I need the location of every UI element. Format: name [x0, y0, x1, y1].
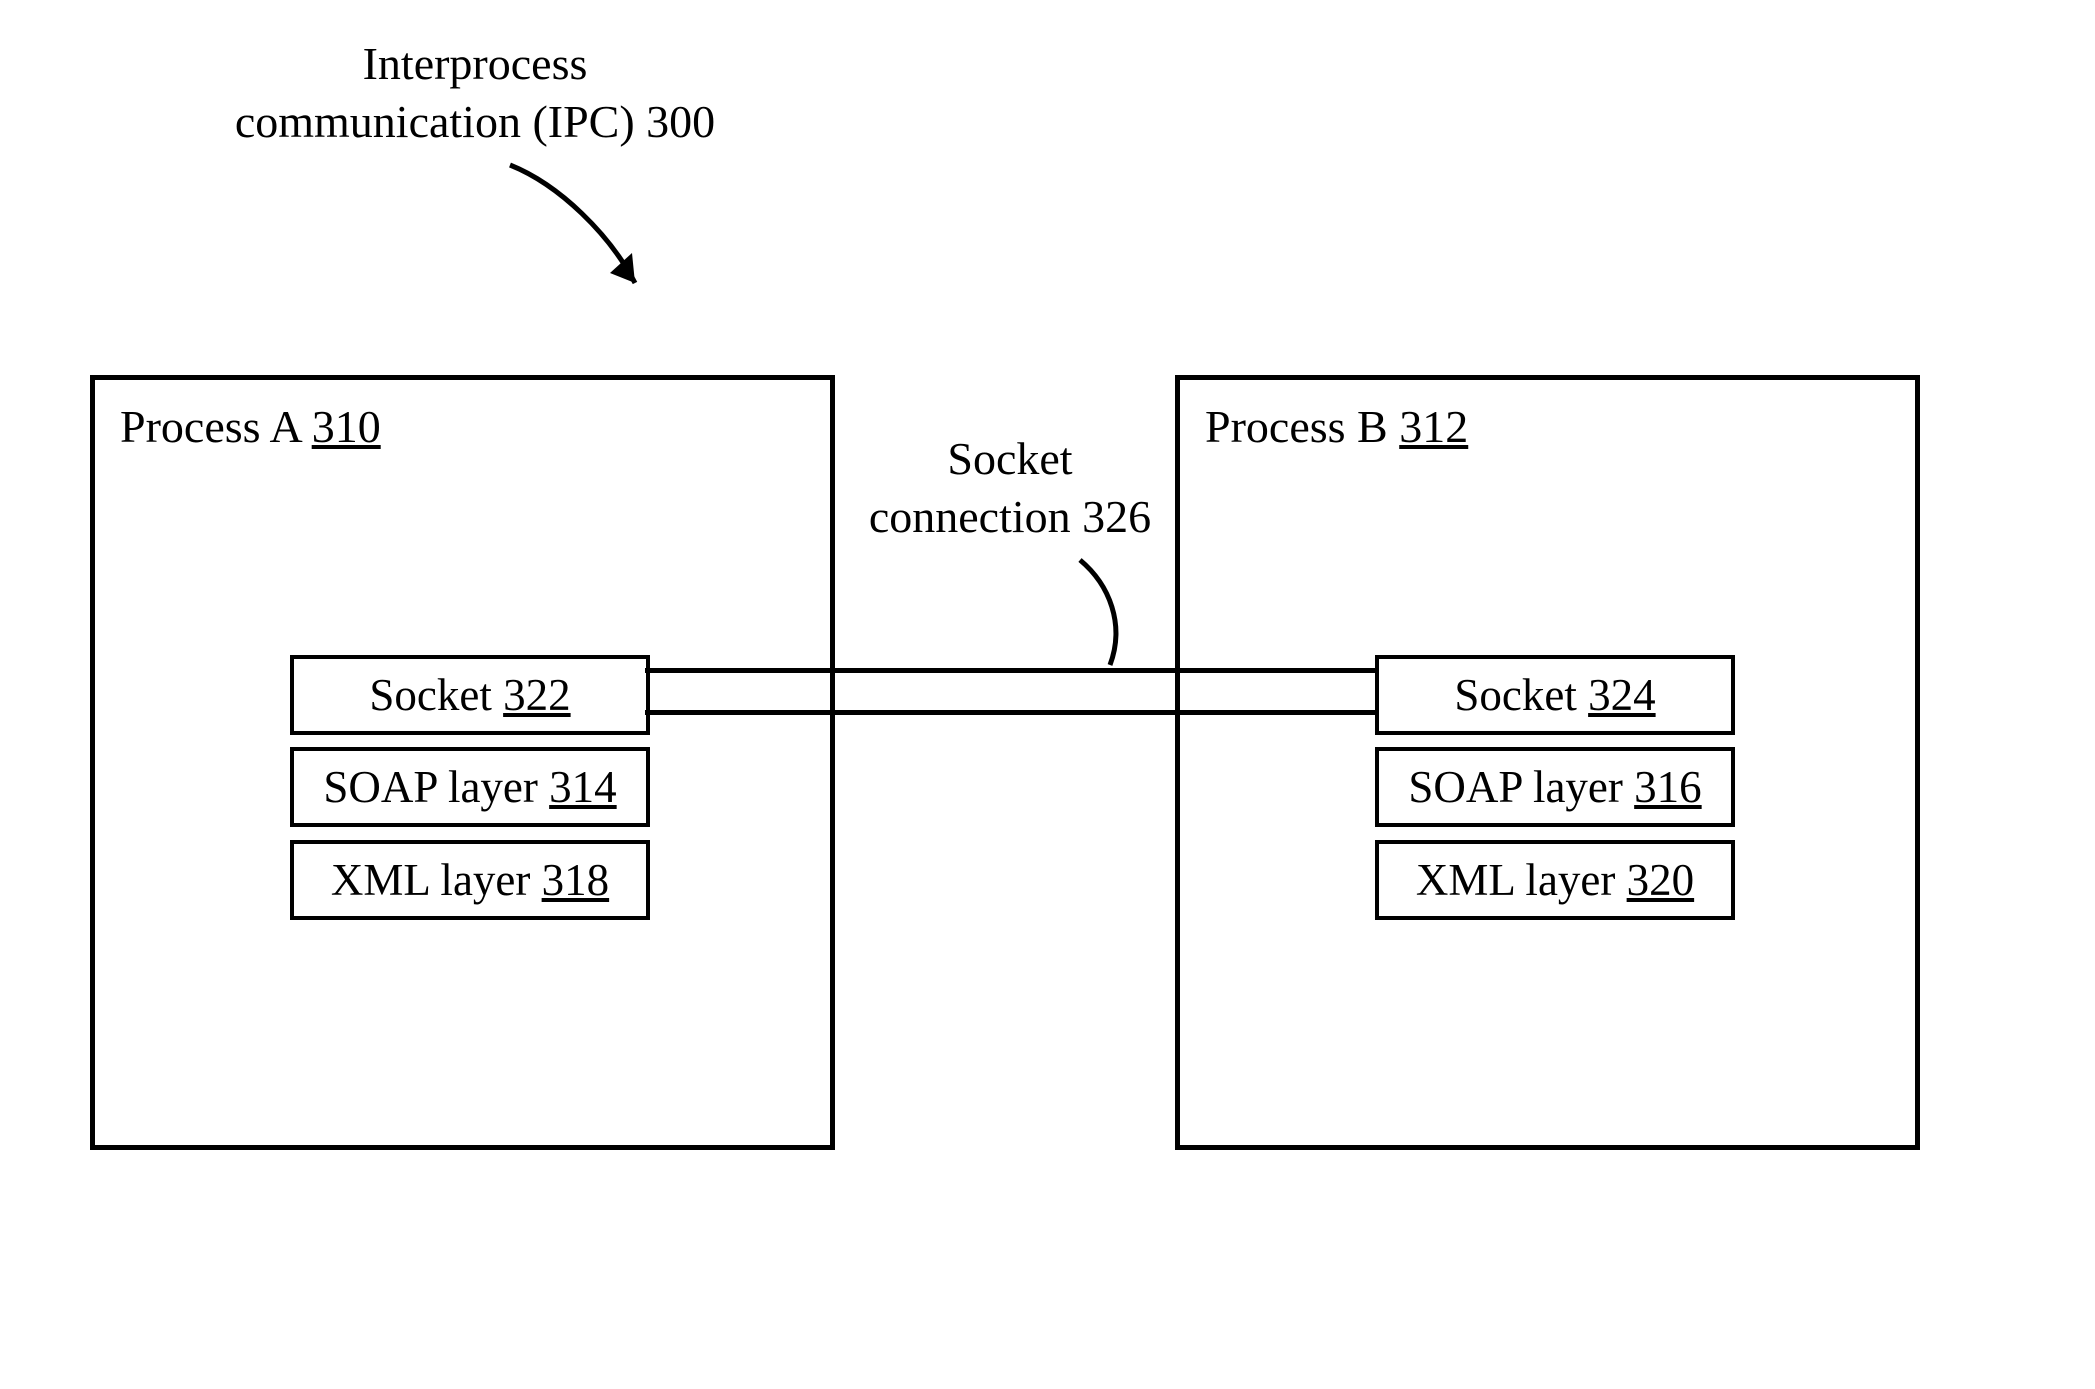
socket-b-text: Socket — [1454, 670, 1588, 720]
process-b-box: Process B 312 Socket 324 SOAP layer 316 … — [1175, 375, 1920, 1150]
process-b-label-text: Process B — [1205, 401, 1399, 452]
socket-a-text: Socket — [369, 670, 503, 720]
process-a-box: Process A 310 Socket 322 SOAP layer 314 … — [90, 375, 835, 1150]
process-b-label: Process B 312 — [1205, 400, 1468, 453]
soap-b-ref: 316 — [1634, 762, 1702, 812]
diagram-canvas: { "title": { "line1": "Interprocess", "l… — [0, 0, 2095, 1389]
title-line-2: communication (IPC) 300 — [235, 96, 715, 147]
connection-leader-icon — [1070, 555, 1160, 675]
socket-connection-label: Socket connection 326 — [855, 430, 1165, 545]
xml-b-ref: 320 — [1627, 855, 1695, 905]
title-line-1: Interprocess — [363, 38, 588, 89]
process-a-soap: SOAP layer 314 — [290, 747, 650, 827]
soap-a-text: SOAP layer — [323, 762, 549, 812]
process-a-xml: XML layer 318 — [290, 840, 650, 920]
process-b-xml: XML layer 320 — [1375, 840, 1735, 920]
connection-line-2: connection 326 — [869, 491, 1151, 542]
connection-line-1: Socket — [947, 433, 1072, 484]
xml-a-text: XML layer — [331, 855, 542, 905]
process-a-label: Process A 310 — [120, 400, 381, 453]
process-b-socket: Socket 324 — [1375, 655, 1735, 735]
xml-b-text: XML layer — [1416, 855, 1627, 905]
process-a-socket: Socket 322 — [290, 655, 650, 735]
diagram-title: Interprocess communication (IPC) 300 — [215, 35, 735, 150]
socket-a-ref: 322 — [503, 670, 571, 720]
socket-connection-line-bottom — [645, 710, 1375, 715]
process-b-soap: SOAP layer 316 — [1375, 747, 1735, 827]
socket-connection-line-top — [645, 668, 1375, 673]
soap-b-text: SOAP layer — [1408, 762, 1634, 812]
process-a-label-text: Process A — [120, 401, 312, 452]
process-b-ref: 312 — [1399, 401, 1468, 452]
xml-a-ref: 318 — [542, 855, 610, 905]
process-a-ref: 310 — [312, 401, 381, 452]
socket-b-ref: 324 — [1588, 670, 1656, 720]
title-arrow-icon — [500, 155, 670, 315]
soap-a-ref: 314 — [549, 762, 617, 812]
